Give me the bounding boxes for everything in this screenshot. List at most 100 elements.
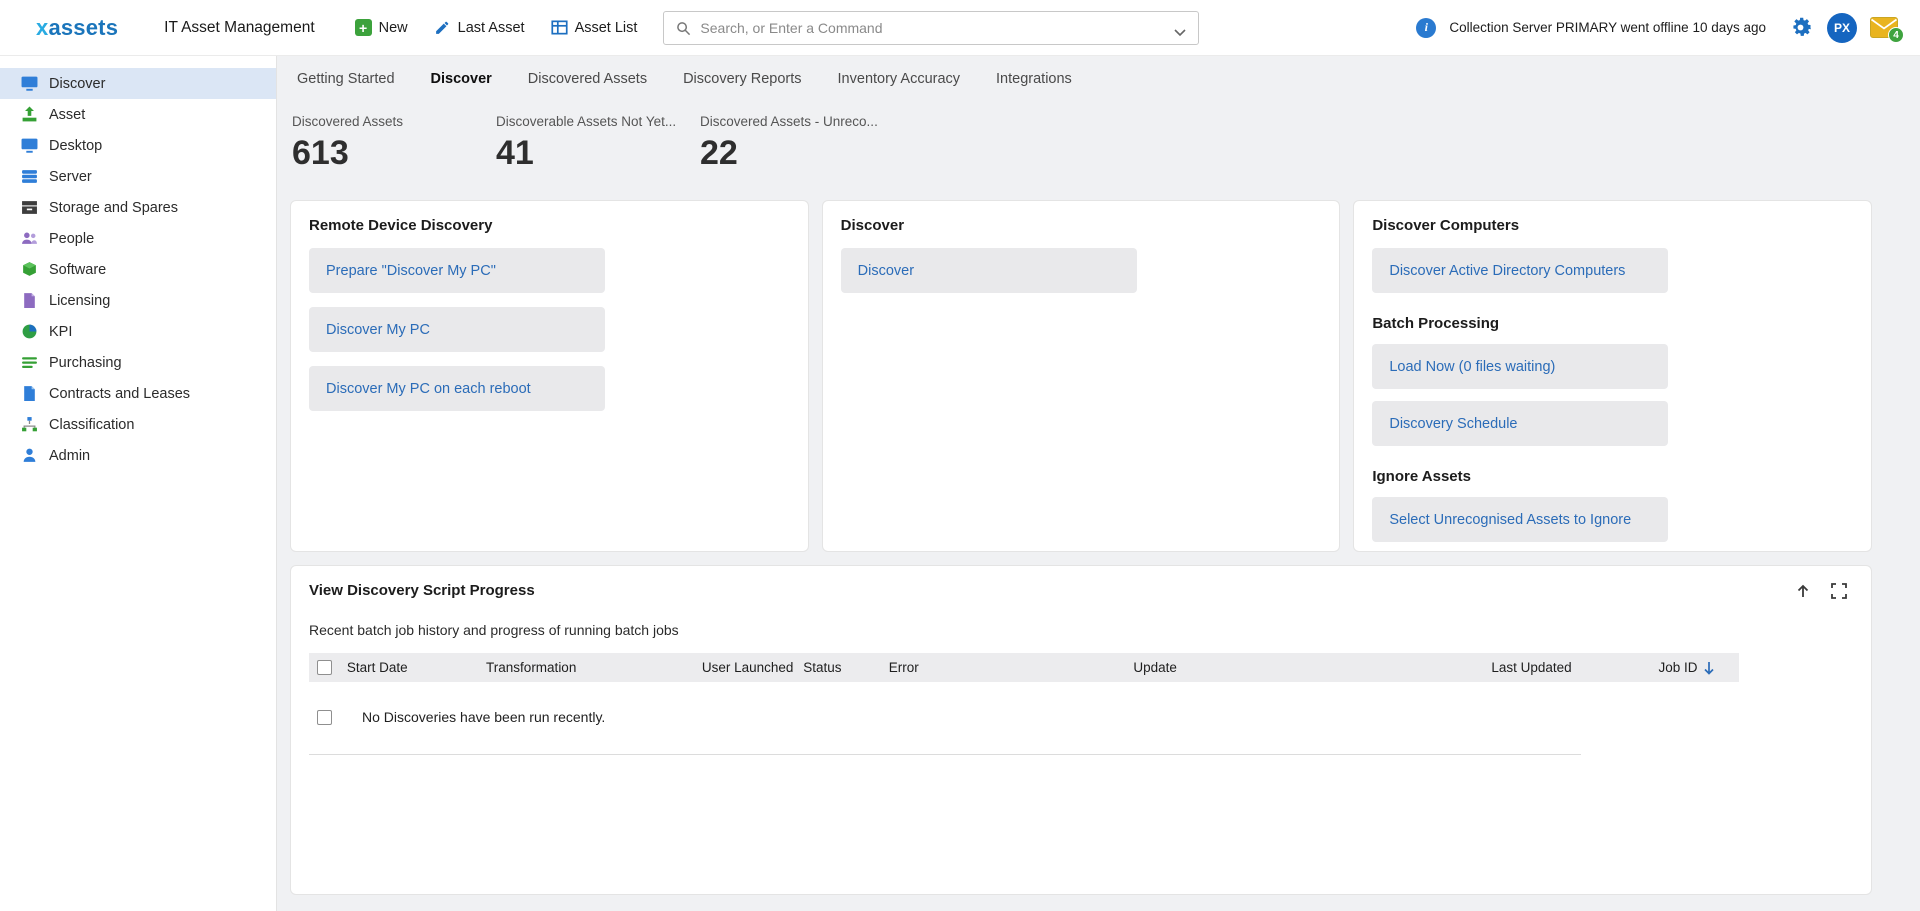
pencil-icon: [434, 19, 451, 36]
col-start-date[interactable]: Start Date: [347, 660, 486, 675]
table-icon: [551, 19, 568, 36]
col-status[interactable]: Status: [803, 660, 889, 675]
col-update[interactable]: Update: [1133, 660, 1491, 675]
sidebar-item-label: Server: [49, 169, 92, 185]
sidebar-item-label: Classification: [49, 417, 134, 433]
col-job-id[interactable]: Job ID: [1658, 660, 1697, 675]
col-transformation[interactable]: Transformation: [486, 660, 702, 675]
desktop-icon: [21, 137, 38, 154]
sidebar-item-people[interactable]: People: [0, 223, 276, 254]
gear-icon[interactable]: [1787, 14, 1814, 41]
sidebar-item-label: Contracts and Leases: [49, 386, 190, 402]
select-unrecognised-button[interactable]: Select Unrecognised Assets to Ignore: [1372, 497, 1668, 542]
sidebar-item-desktop[interactable]: Desktop: [0, 130, 276, 161]
sidebar-item-asset[interactable]: Asset: [0, 99, 276, 130]
col-error[interactable]: Error: [889, 660, 1134, 675]
sidebar: Discover Asset Desktop Server Storage an…: [0, 56, 277, 911]
table-row-empty: No Discoveries have been run recently.: [309, 682, 1581, 755]
card-title: Discover Computers: [1372, 217, 1853, 234]
discover-ad-computers-button[interactable]: Discover Active Directory Computers: [1372, 248, 1668, 293]
person-icon: [21, 447, 38, 464]
tab-discover[interactable]: Discover: [431, 71, 492, 87]
col-last-updated[interactable]: Last Updated: [1491, 660, 1658, 675]
list-lines-icon: [21, 354, 38, 371]
stats-row: Discovered Assets 613 Discoverable Asset…: [290, 114, 1872, 173]
people-icon: [21, 230, 38, 247]
command-search[interactable]: [663, 11, 1199, 45]
discover-computers-card: Discover Computers Discover Active Direc…: [1353, 200, 1872, 552]
sidebar-item-discover[interactable]: Discover: [0, 68, 276, 99]
select-all-checkbox[interactable]: [317, 660, 332, 675]
last-asset-button[interactable]: Last Asset: [434, 19, 525, 36]
prepare-discover-my-pc-button[interactable]: Prepare "Discover My PC": [309, 248, 605, 293]
sidebar-item-classification[interactable]: Classification: [0, 409, 276, 440]
panel-subtitle: Recent batch job history and progress of…: [309, 622, 1853, 638]
stat-value: 41: [496, 134, 700, 173]
discover-button[interactable]: Discover: [841, 248, 1137, 293]
arrow-up-icon[interactable]: [1795, 583, 1811, 599]
hierarchy-icon: [21, 416, 38, 433]
monitor-icon: [21, 75, 38, 92]
avatar[interactable]: PX: [1827, 13, 1857, 43]
discover-my-pc-button[interactable]: Discover My PC: [309, 307, 605, 352]
search-input[interactable]: [700, 20, 1165, 36]
discovery-schedule-button[interactable]: Discovery Schedule: [1372, 401, 1668, 446]
sidebar-item-licensing[interactable]: Licensing: [0, 285, 276, 316]
search-icon: [676, 20, 691, 35]
sort-descending-icon[interactable]: [1703, 661, 1715, 675]
empty-message: No Discoveries have been run recently.: [362, 709, 605, 725]
sidebar-item-label: People: [49, 231, 94, 247]
mail-icon[interactable]: 4: [1870, 17, 1898, 38]
tab-discovery-reports[interactable]: Discovery Reports: [683, 71, 801, 87]
load-now-button[interactable]: Load Now (0 files waiting): [1372, 344, 1668, 389]
remote-device-discovery-card: Remote Device Discovery Prepare "Discove…: [290, 200, 809, 552]
new-button[interactable]: + New: [355, 19, 408, 36]
discover-my-pc-reboot-button[interactable]: Discover My PC on each reboot: [309, 366, 605, 411]
logo-rest: assets: [48, 15, 118, 40]
sidebar-item-label: Software: [49, 262, 106, 278]
sidebar-item-software[interactable]: Software: [0, 254, 276, 285]
stat-value: 22: [700, 134, 904, 173]
sidebar-item-label: KPI: [49, 324, 72, 340]
sidebar-item-storage[interactable]: Storage and Spares: [0, 192, 276, 223]
cube-icon: [21, 261, 38, 278]
row-checkbox[interactable]: [317, 710, 332, 725]
contract-document-icon: [21, 385, 38, 402]
logo-x: x: [36, 15, 48, 40]
discovery-progress-panel: View Discovery Script Progress Recent ba…: [290, 565, 1872, 895]
tab-integrations[interactable]: Integrations: [996, 71, 1072, 87]
server-offline-notification: Collection Server PRIMARY went offline 1…: [1449, 20, 1766, 35]
card-title: Remote Device Discovery: [309, 217, 790, 234]
info-icon[interactable]: i: [1416, 18, 1436, 38]
panel-header: View Discovery Script Progress: [309, 582, 1853, 599]
tab-getting-started[interactable]: Getting Started: [297, 71, 395, 87]
chevron-down-icon[interactable]: [1174, 24, 1186, 32]
asset-list-button[interactable]: Asset List: [551, 19, 638, 36]
sidebar-item-label: Discover: [49, 76, 105, 92]
sidebar-item-label: Licensing: [49, 293, 110, 309]
tab-inventory-accuracy[interactable]: Inventory Accuracy: [838, 71, 961, 87]
new-plus-icon: +: [355, 19, 372, 36]
sidebar-item-server[interactable]: Server: [0, 161, 276, 192]
batch-processing-heading: Batch Processing: [1372, 315, 1853, 332]
cards-row: Remote Device Discovery Prepare "Discove…: [290, 200, 1872, 552]
col-user-launched[interactable]: User Launched: [702, 660, 803, 675]
stat-value: 613: [292, 134, 496, 173]
sidebar-item-purchasing[interactable]: Purchasing: [0, 347, 276, 378]
tab-discovered-assets[interactable]: Discovered Assets: [528, 71, 647, 87]
asset-list-label: Asset List: [575, 20, 638, 36]
sidebar-item-label: Admin: [49, 448, 90, 464]
tab-bar: Getting Started Discover Discovered Asse…: [290, 56, 1872, 102]
app-title: IT Asset Management: [164, 19, 315, 37]
expand-icon[interactable]: [1831, 583, 1847, 599]
storage-box-icon: [21, 199, 38, 216]
sidebar-item-kpi[interactable]: KPI: [0, 316, 276, 347]
main-content: Getting Started Discover Discovered Asse…: [277, 56, 1920, 911]
new-button-label: New: [379, 20, 408, 36]
logo[interactable]: xassets: [36, 15, 118, 41]
stat-discoverable-not-yet: Discoverable Assets Not Yet... 41: [496, 114, 700, 173]
discover-card: Discover Discover: [822, 200, 1341, 552]
sidebar-item-contracts[interactable]: Contracts and Leases: [0, 378, 276, 409]
sidebar-item-label: Purchasing: [49, 355, 122, 371]
sidebar-item-admin[interactable]: Admin: [0, 440, 276, 471]
